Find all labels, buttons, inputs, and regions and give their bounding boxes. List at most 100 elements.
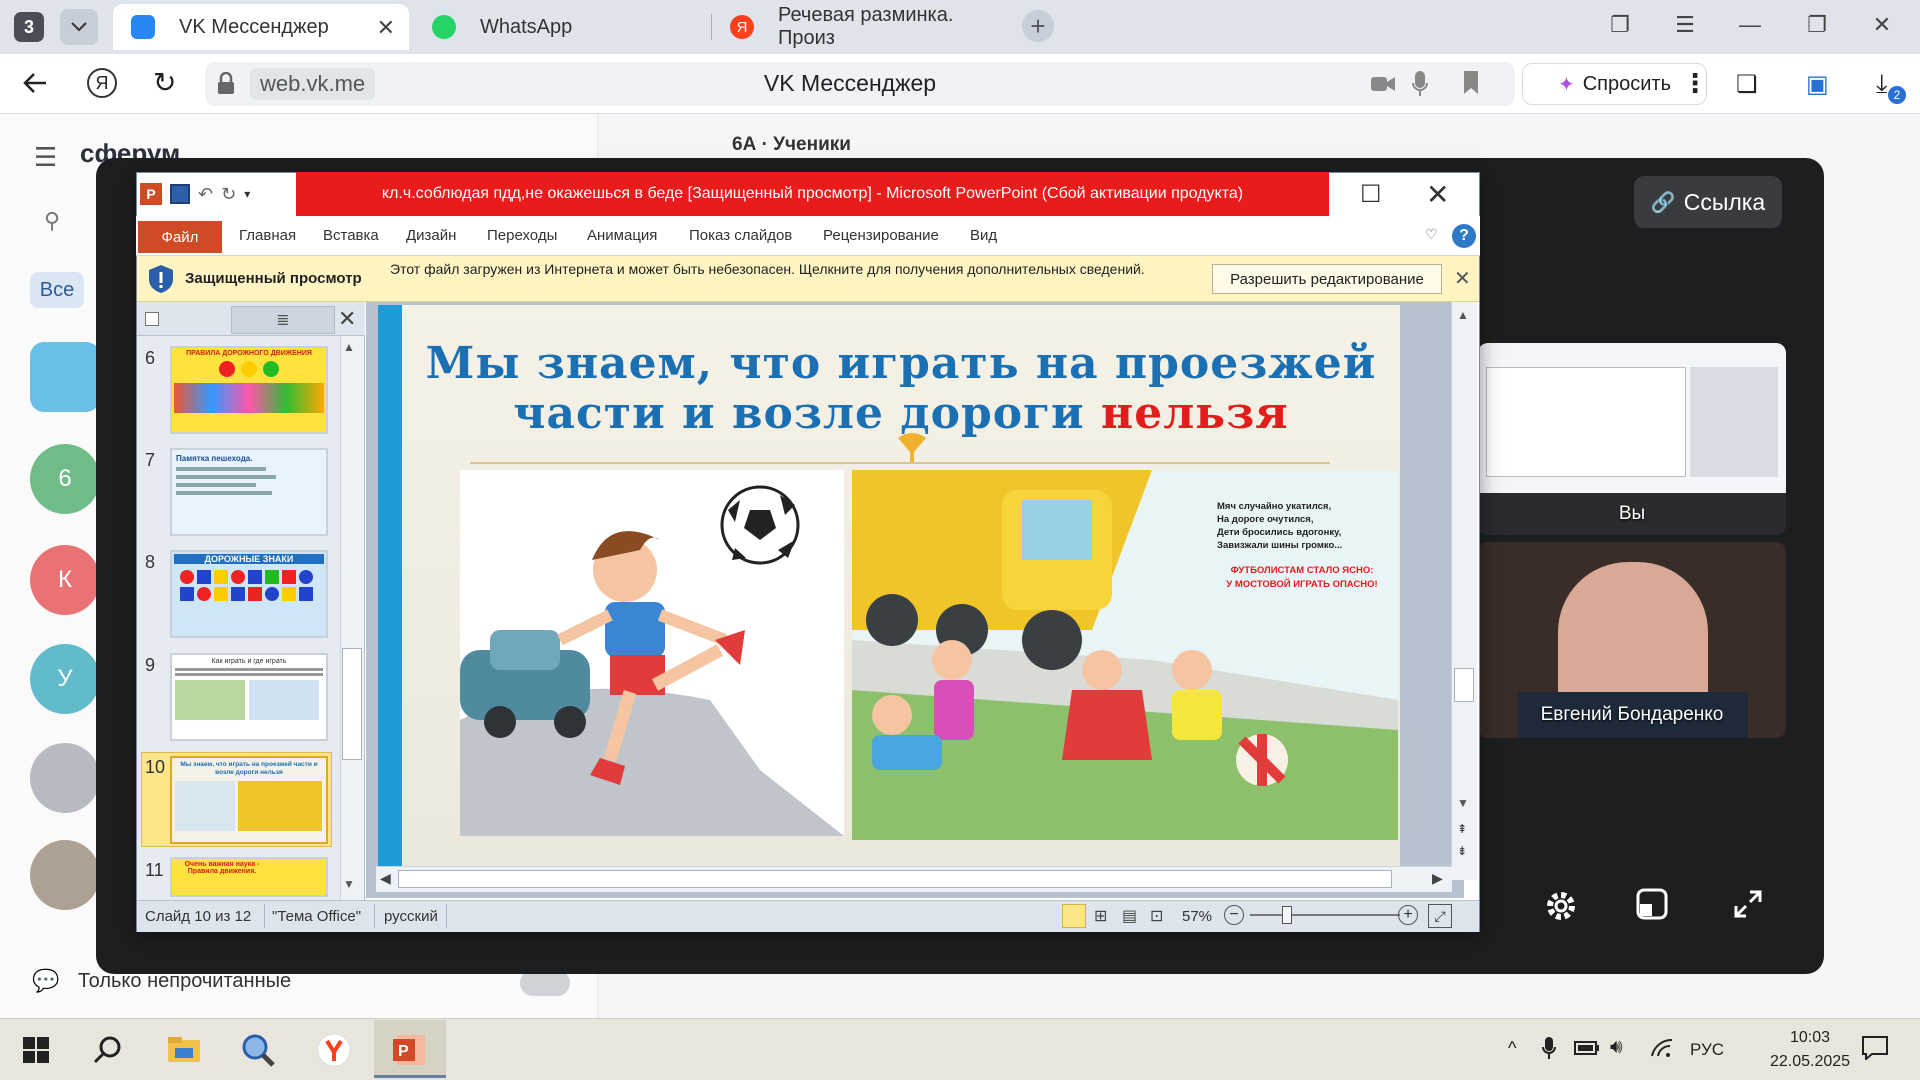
powerpoint-taskbar-icon[interactable]: P <box>388 1028 432 1072</box>
url-text[interactable]: web.vk.me <box>250 68 376 100</box>
yandex-home-icon[interactable]: Я <box>87 68 117 98</box>
slide-sorter-icon[interactable]: ⊞ <box>1094 906 1107 926</box>
windows-start-icon[interactable] <box>14 1028 58 1072</box>
protected-view-message[interactable]: Этот файл загружен из Интернета и может … <box>390 259 1170 279</box>
more-menu-icon[interactable]: ⋮ <box>1682 68 1708 99</box>
chat-avatar[interactable]: 6 <box>30 444 100 514</box>
thumbnail-slide-11[interactable]: Очень важная наука - Правила движения. <box>170 857 328 897</box>
scroll-up-icon[interactable]: ▲ <box>343 340 355 354</box>
tab-insert[interactable]: Вставка <box>323 227 379 244</box>
redo-icon[interactable]: ↻ <box>221 184 236 205</box>
tab-design[interactable]: Дизайн <box>406 227 456 244</box>
close-bar-icon[interactable]: ✕ <box>1454 266 1471 291</box>
battery-icon[interactable] <box>1574 1040 1600 1056</box>
maximize-icon[interactable]: ☐ <box>1360 180 1382 209</box>
slideshow-icon[interactable]: ⊡ <box>1150 906 1163 926</box>
thumbnail-slide-7[interactable]: Памятка пешехода. <box>170 448 328 536</box>
previous-slide-icon[interactable]: ⇞ <box>1457 822 1467 836</box>
slides-tab-icon[interactable] <box>145 312 159 326</box>
next-slide-icon[interactable]: ⇟ <box>1457 844 1467 858</box>
theme-name[interactable]: "Тема Office" <box>272 908 361 925</box>
camera-icon[interactable] <box>1370 74 1396 94</box>
clock[interactable]: 10:03 22.05.2025 <box>1760 1026 1860 1074</box>
copy-link-button[interactable]: 🔗 Ссылка <box>1634 176 1782 228</box>
customize-toolbar-icon[interactable]: ▾ <box>244 187 250 201</box>
help-icon[interactable]: ? <box>1452 224 1476 248</box>
scroll-down-icon[interactable]: ▼ <box>1457 796 1469 810</box>
enable-editing-button[interactable]: Разрешить редактирование <box>1212 264 1442 294</box>
input-language[interactable]: РУС <box>1690 1040 1724 1060</box>
file-tab[interactable]: Файл <box>138 221 222 253</box>
tab-slideshow[interactable]: Показ слайдов <box>689 227 792 244</box>
tab-animation[interactable]: Анимация <box>587 227 657 244</box>
microphone-icon[interactable] <box>1412 70 1428 98</box>
tab-home[interactable]: Главная <box>239 227 296 244</box>
thumbnail-scrollbar[interactable] <box>340 336 364 900</box>
close-window-icon[interactable]: ✕ <box>1862 12 1902 38</box>
ask-alice-button[interactable]: ✦ Спросить <box>1522 63 1707 105</box>
hamburger-icon[interactable]: ☰ <box>34 142 57 173</box>
volume-icon[interactable]: 🔊︎ <box>1610 1036 1623 1059</box>
scrollbar-thumb[interactable] <box>342 648 362 760</box>
notifications-icon[interactable] <box>1862 1036 1888 1060</box>
slide-title-line-1[interactable]: Мы знаем, что играть на проезжей <box>402 338 1400 389</box>
scrollbar-thumb[interactable] <box>1454 668 1474 702</box>
fit-to-window-icon[interactable]: ⤢ <box>1428 904 1452 928</box>
fullscreen-icon[interactable] <box>1732 888 1772 928</box>
participant-tile-you[interactable]: Вы <box>1478 343 1786 535</box>
chat-avatar[interactable]: У <box>30 644 100 714</box>
file-explorer-icon[interactable] <box>162 1028 206 1072</box>
minimize-ribbon-icon[interactable]: ♡ <box>1425 226 1438 243</box>
tab-review[interactable]: Рецензирование <box>823 227 939 244</box>
reload-icon[interactable]: ↻ <box>153 66 176 99</box>
chat-avatar[interactable] <box>30 342 100 412</box>
scroll-right-icon[interactable]: ▶ <box>1432 870 1443 887</box>
zoom-out-icon[interactable]: − <box>1224 905 1244 925</box>
search-icon[interactable]: ⚲ <box>44 208 60 234</box>
participant-tile-evgeny[interactable]: Евгений Бондаренко <box>1478 542 1786 738</box>
chat-avatar[interactable] <box>30 840 100 910</box>
reading-view-icon[interactable]: ▤ <box>1122 906 1137 926</box>
close-tab-icon[interactable]: ✕ <box>377 15 395 41</box>
zoom-in-icon[interactable]: + <box>1398 905 1418 925</box>
save-icon[interactable] <box>170 184 190 204</box>
tab-vk-messenger[interactable]: VK Мессенджер ✕ <box>113 4 409 50</box>
tab-yandex[interactable]: Я Речевая разминка. Произ <box>712 4 1012 50</box>
zoom-slider[interactable] <box>1250 914 1400 916</box>
thumbnail-slide-9[interactable]: Как играть и где играть <box>170 653 328 741</box>
thumbnail-slide-10[interactable]: Мы знаем, что играть на проезжей части и… <box>170 756 328 844</box>
minimize-icon[interactable]: — <box>1730 12 1770 38</box>
yandex-browser-icon[interactable] <box>312 1028 356 1072</box>
extension-icon[interactable]: ▣ <box>1806 70 1829 99</box>
chat-avatar[interactable]: К <box>30 545 100 615</box>
scroll-left-icon[interactable]: ◀ <box>380 870 391 887</box>
tab-transitions[interactable]: Переходы <box>487 227 557 244</box>
show-hidden-icons-icon[interactable]: ^ <box>1508 1038 1516 1059</box>
downloads-icon[interactable]: ⤓ <box>1876 68 1888 100</box>
normal-view-icon[interactable] <box>1062 904 1086 928</box>
slide-vertical-scrollbar[interactable] <box>1451 302 1477 880</box>
settings-gear-icon[interactable] <box>1543 888 1583 928</box>
close-pane-icon[interactable]: ✕ <box>338 306 356 332</box>
illustration-boy-with-ball[interactable] <box>460 470 844 836</box>
microphone-icon[interactable] <box>1542 1036 1556 1060</box>
restore-icon[interactable]: ❐ <box>1797 12 1837 38</box>
search-icon[interactable] <box>86 1028 130 1072</box>
undo-icon[interactable]: ↶ <box>198 184 213 205</box>
browser-menu-icon[interactable]: ☰ <box>1665 12 1705 38</box>
bookmarks-panel-icon[interactable]: ❏ <box>1736 70 1758 99</box>
outline-tab-icon[interactable]: ≣ <box>231 306 335 334</box>
layout-icon[interactable] <box>1636 888 1676 928</box>
chat-title[interactable]: 6А · Ученики <box>732 134 851 156</box>
wifi-icon[interactable] <box>1650 1038 1674 1058</box>
magnifier-app-icon[interactable] <box>236 1028 280 1072</box>
thumbnail-slide-8[interactable]: ДОРОЖНЫЕ ЗНАКИ <box>170 550 328 638</box>
tab-view[interactable]: Вид <box>970 227 997 244</box>
bookmark-icon[interactable] <box>1462 70 1480 96</box>
filter-all-chip[interactable]: Все <box>30 272 84 308</box>
scroll-down-icon[interactable]: ▼ <box>343 877 355 891</box>
tabs-dropdown-button[interactable] <box>60 9 98 45</box>
lock-icon[interactable] <box>216 72 236 96</box>
tab-whatsapp[interactable]: WhatsApp <box>414 4 710 50</box>
language-indicator[interactable]: русский <box>384 908 438 925</box>
